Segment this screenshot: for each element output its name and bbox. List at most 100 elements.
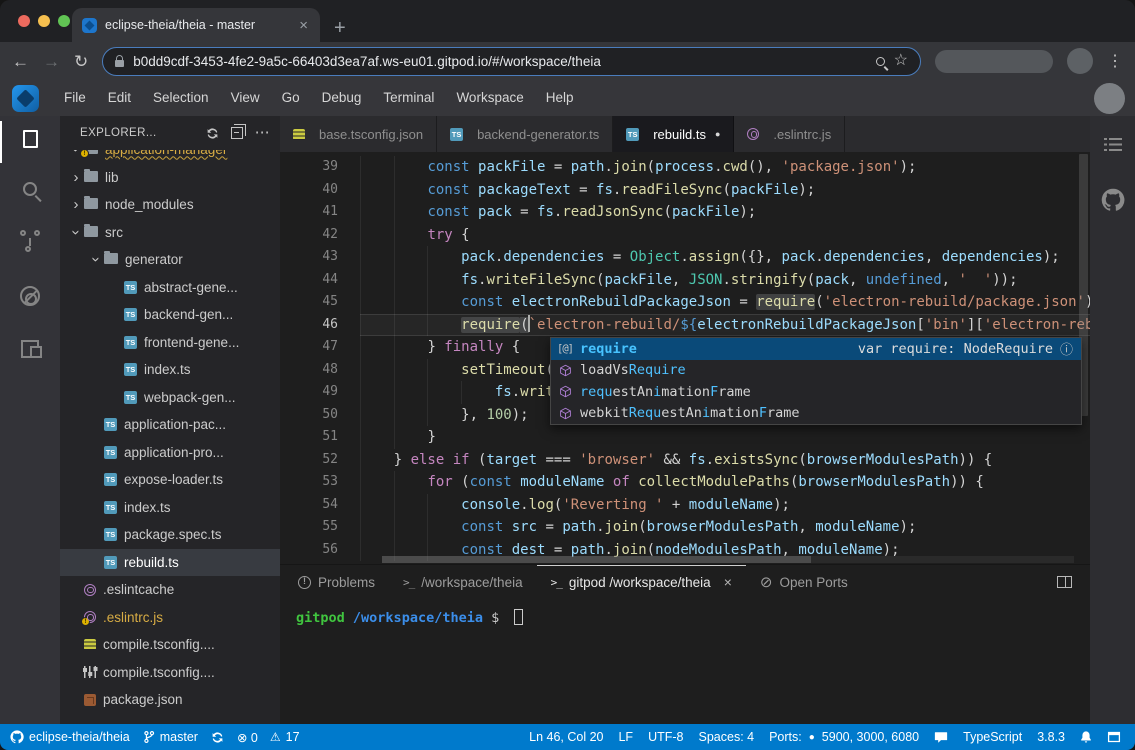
status-item-diagnostics[interactable]: ⊗ 0⚠17 [237,730,300,745]
split-terminal-icon[interactable] [1057,576,1072,588]
tree-item-compile-tsconfig-[interactable]: ›compile.tsconfig.... [60,659,280,687]
tree-item-backend-gen-[interactable]: ›backend-gen... [60,301,280,329]
code-line[interactable]: 54 console.log('Reverting ' + moduleName… [280,494,1090,517]
line-number[interactable]: 49 [280,381,338,404]
close-icon[interactable]: × [724,574,732,590]
line-number[interactable]: 39 [280,156,338,179]
code-line[interactable]: 39 const packFile = path.join(process.cw… [280,156,1090,179]
more-actions-icon[interactable]: ⋯ [255,128,270,138]
status-item-3-8-3[interactable]: 3.8.3 [1037,730,1065,744]
terminal[interactable]: gitpod /workspace/theia $ [280,599,1090,724]
status-item-ln-46-col-20[interactable]: Ln 46, Col 20 [529,730,603,744]
sidebar-item-debug[interactable] [0,286,60,306]
line-number[interactable]: 44 [280,269,338,292]
forward-icon[interactable]: → [43,53,60,70]
menu-item-file[interactable]: File [53,90,97,105]
line-number[interactable]: 53 [280,471,338,494]
panel-tab-problems[interactable]: Problems [284,565,389,599]
browser-tab[interactable]: eclipse-theia/theia - master × [72,8,320,42]
tree-item-frontend-gene-[interactable]: ›frontend-gene... [60,329,280,357]
line-number[interactable]: 51 [280,426,338,449]
tree-item-compile-tsconfig-[interactable]: ›compile.tsconfig.... [60,631,280,659]
tree-item-generator[interactable]: ›generator [60,246,280,274]
menu-item-view[interactable]: View [220,90,271,105]
reload-icon[interactable]: ↻ [74,53,88,70]
url-text[interactable]: b0dd9cdf-3453-4fe2-9a5c-66403d3ea7af.ws-… [133,54,866,69]
sidebar-item-plugins[interactable] [0,340,60,358]
gitpod-logo-icon[interactable] [12,85,39,112]
editor-tab-backend-generator-ts[interactable]: backend-generator.ts [437,116,613,152]
menu-item-terminal[interactable]: Terminal [372,90,445,105]
info-icon[interactable]: ⓘ [1060,339,1073,358]
menu-item-help[interactable]: Help [535,90,585,105]
status-item-lf[interactable]: LF [618,730,633,744]
tab-close-icon[interactable]: × [297,18,310,33]
tree-item-node-modules[interactable]: ›node_modules [60,191,280,219]
tree-item-rebuild-ts[interactable]: ›rebuild.ts [60,549,280,577]
github-icon[interactable] [1101,188,1125,217]
line-number[interactable]: 54 [280,494,338,517]
tree-item-application-pro-[interactable]: ›application-pro... [60,439,280,467]
close-window-button[interactable] [18,15,30,27]
sidebar-item-search[interactable] [0,182,60,196]
browser-menu-icon[interactable]: ⋮ [1107,51,1123,71]
line-number[interactable]: 50 [280,404,338,427]
tree-item--eslintrc-js[interactable]: ›!.eslintrc.js [60,604,280,632]
editor-tab-base-tsconfig-json[interactable]: base.tsconfig.json [280,116,437,152]
code-line[interactable]: 40 const packageText = fs.readFileSync(p… [280,179,1090,202]
minimize-window-button[interactable] [38,15,50,27]
sidebar-item-source-control[interactable] [0,230,60,252]
code-editor[interactable]: 39 const packFile = path.join(process.cw… [280,152,1090,564]
tree-item-src[interactable]: ›src [60,219,280,247]
zoom-page-icon[interactable] [876,57,885,66]
tree-item--eslintcache[interactable]: ›.eslintcache [60,576,280,604]
tree-item-application-manager[interactable]: ›!application-manager [60,150,280,164]
panel-tab--workspace-theia[interactable]: >_/workspace/theia [389,565,537,599]
status-item-typescript[interactable]: TypeScript [963,730,1022,744]
line-number[interactable]: 55 [280,516,338,539]
code-line[interactable]: 42 try { [280,224,1090,247]
back-icon[interactable]: ← [12,53,29,70]
tree-item-expose-loader-ts[interactable]: ›expose-loader.ts [60,466,280,494]
status-item-diagnostics[interactable] [211,731,224,744]
line-number[interactable]: 45 [280,291,338,314]
tree-item-abstract-gene-[interactable]: ›abstract-gene... [60,274,280,302]
line-number[interactable]: 42 [280,224,338,247]
status-item-utf-8[interactable]: UTF-8 [648,730,683,744]
line-number[interactable]: 52 [280,449,338,472]
code-line[interactable]: 52 } else if (target === 'browser' && fs… [280,449,1090,472]
line-number[interactable]: 41 [280,201,338,224]
panel-tab-gitpod-workspace-theia[interactable]: >_gitpod /workspace/theia× [537,565,746,599]
status-item-eclipse-theia-theia[interactable]: eclipse-theia/theia [10,730,130,744]
zoom-window-button[interactable] [58,15,70,27]
tree-item-index-ts[interactable]: ›index.ts [60,356,280,384]
sidebar-item-explorer[interactable] [0,130,60,148]
tree-item-index-ts[interactable]: ›index.ts [60,494,280,522]
tree-item-package-spec-ts[interactable]: ›package.spec.ts [60,521,280,549]
menu-item-edit[interactable]: Edit [97,90,142,105]
code-line[interactable]: 45 const electronRebuildPackageJson = re… [280,291,1090,314]
code-line[interactable]: 43 pack.dependencies = Object.assign({},… [280,246,1090,269]
autocomplete-item[interactable]: [@]requirevar require: NodeRequireⓘ [551,338,1081,360]
status-item-feedback-button[interactable] [934,731,948,744]
code-line[interactable]: 41 const pack = fs.readJsonSync(packFile… [280,201,1090,224]
collapse-all-icon[interactable] [231,127,243,139]
menu-item-selection[interactable]: Selection [142,90,220,105]
tree-item-lib[interactable]: ›lib [60,164,280,192]
refresh-icon[interactable] [206,127,219,140]
tree-item-application-pac-[interactable]: ›application-pac... [60,411,280,439]
code-line[interactable]: 53 for (const moduleName of collectModul… [280,471,1090,494]
menu-item-go[interactable]: Go [271,90,311,105]
line-number[interactable]: 43 [280,246,338,269]
line-number[interactable]: 40 [280,179,338,202]
editor-tab-rebuild-ts[interactable]: rebuild.ts● [613,116,734,152]
url-bar[interactable]: b0dd9cdf-3453-4fe2-9a5c-66403d3ea7af.ws-… [102,47,921,76]
code-line[interactable]: 51 } [280,426,1090,449]
outline-view-icon[interactable] [1104,138,1122,152]
menu-item-debug[interactable]: Debug [311,90,373,105]
code-line[interactable]: 55 const src = path.join(browserModulesP… [280,516,1090,539]
status-item-window-button[interactable] [1107,731,1121,743]
status-item-master[interactable]: master [143,730,198,744]
autocomplete-item[interactable]: loadVsRequire [551,360,1081,382]
new-tab-button[interactable]: + [334,18,346,38]
